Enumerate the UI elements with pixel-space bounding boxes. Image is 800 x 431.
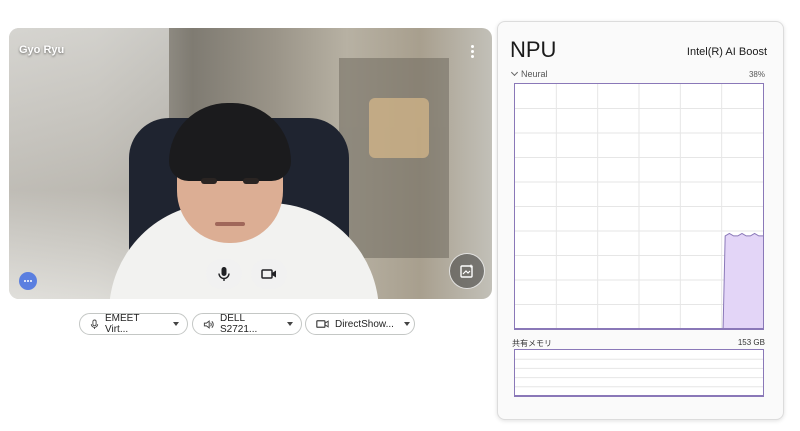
video-preview: Gyo Ryu bbox=[9, 28, 492, 299]
camera-select-label: DirectShow... bbox=[335, 318, 394, 330]
shared-memory-label: 共有メモリ bbox=[512, 339, 552, 348]
shared-memory-chart bbox=[515, 358, 763, 396]
microphone-icon bbox=[217, 266, 231, 282]
shared-memory-graph bbox=[514, 349, 764, 397]
npu-performance-panel: NPU Intel(R) AI Boost Neural 38% 共有メモリ 1… bbox=[497, 21, 784, 420]
engine-selector[interactable]: Neural bbox=[510, 68, 548, 79]
background-blur bbox=[369, 98, 429, 158]
person-eye bbox=[243, 178, 259, 184]
dot bbox=[27, 280, 29, 282]
camera-toggle-button[interactable] bbox=[251, 259, 287, 289]
microphone-icon bbox=[90, 319, 99, 330]
chevron-down-icon bbox=[510, 68, 519, 77]
microphone-select-label: EMEET Virt... bbox=[105, 313, 140, 335]
npu-usage-graph bbox=[514, 83, 764, 330]
background-blur bbox=[339, 58, 449, 258]
npu-usage-chart bbox=[515, 84, 763, 329]
microphone-select[interactable]: EMEET Virt... bbox=[79, 313, 188, 335]
npu-device-name: Intel(R) AI Boost bbox=[686, 46, 767, 58]
npu-usage-area bbox=[723, 233, 763, 329]
usage-percent: 38% bbox=[748, 70, 765, 79]
participant-name: Gyo Ryu bbox=[19, 44, 65, 56]
person-hair bbox=[169, 103, 291, 181]
camera-select[interactable]: DirectShow... bbox=[305, 313, 415, 335]
visual-effects-button[interactable] bbox=[449, 253, 485, 289]
speaker-select-label: DELL S2721... bbox=[220, 313, 258, 335]
dot bbox=[30, 280, 32, 282]
speaker-icon bbox=[203, 319, 214, 330]
microphone-toggle-button[interactable] bbox=[206, 259, 242, 289]
person-eye bbox=[201, 178, 217, 184]
chevron-down-icon bbox=[403, 322, 410, 326]
dot bbox=[470, 54, 474, 58]
dot bbox=[470, 49, 474, 53]
video-camera-icon bbox=[261, 268, 277, 280]
speaker-select[interactable]: DELL S2721... bbox=[192, 313, 302, 335]
effects-icon bbox=[459, 263, 475, 279]
engine-label: Neural bbox=[521, 69, 548, 79]
dot bbox=[470, 44, 474, 48]
chevron-down-icon bbox=[287, 322, 293, 326]
dot bbox=[24, 280, 26, 282]
shared-memory-value: 153 GB bbox=[737, 338, 765, 347]
more-options-button[interactable] bbox=[464, 40, 480, 62]
chevron-down-icon bbox=[173, 322, 179, 326]
video-camera-icon bbox=[316, 319, 329, 329]
page: Gyo Ryu EMEET Virt... DELL S2721... Dire… bbox=[0, 0, 800, 431]
person-mouth bbox=[215, 222, 245, 226]
more-actions-button[interactable] bbox=[19, 272, 37, 290]
npu-title: NPU bbox=[510, 37, 557, 62]
